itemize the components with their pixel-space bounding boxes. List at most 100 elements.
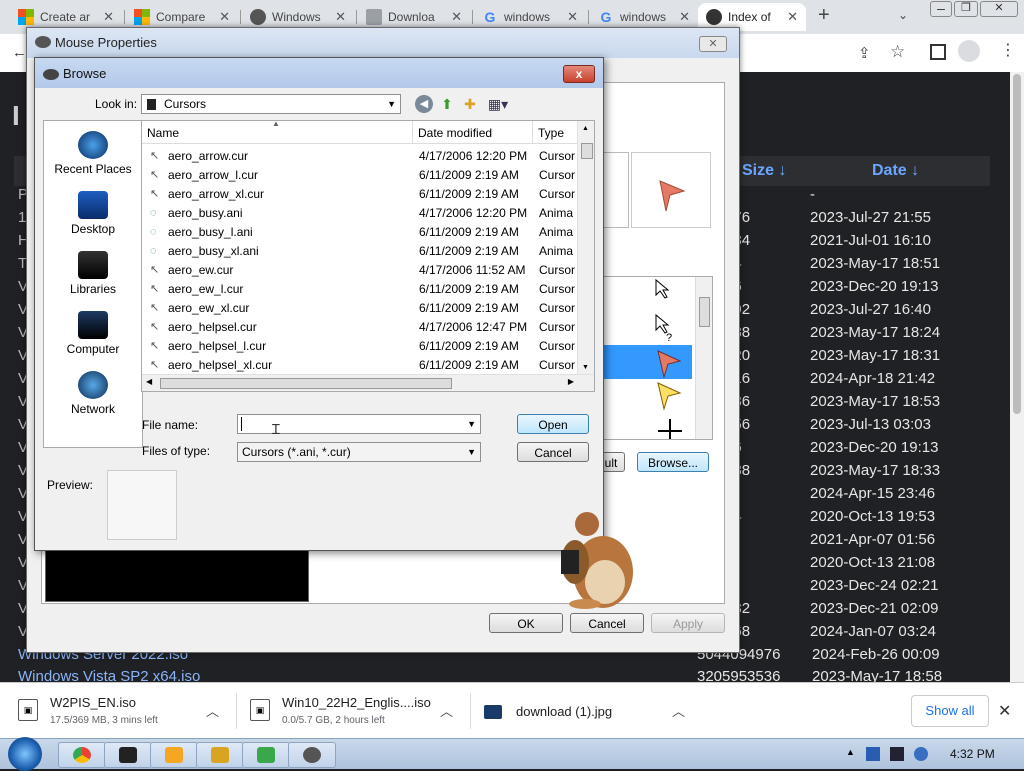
- size-column-header[interactable]: Size ↓: [742, 162, 786, 180]
- file-type: Cursor: [539, 149, 576, 163]
- volume-icon[interactable]: [914, 747, 928, 761]
- tab-title: Create ar: [40, 10, 91, 24]
- close-icon[interactable]: ✕: [451, 9, 462, 25]
- cursor-file-icon: ↖: [150, 188, 160, 200]
- close-icon[interactable]: ✕: [219, 9, 230, 25]
- place-recent[interactable]: Recent Places: [44, 131, 142, 176]
- page-scrollbar[interactable]: [1010, 72, 1024, 682]
- tray-expand-icon[interactable]: ▲: [846, 747, 855, 757]
- place-desktop[interactable]: Desktop: [44, 191, 142, 236]
- close-button[interactable]: ✕: [699, 36, 727, 52]
- place-libraries[interactable]: Libraries: [44, 251, 142, 296]
- file-date: 6/11/2009 2:19 AM: [419, 225, 519, 239]
- start-button[interactable]: [8, 737, 42, 771]
- close-icon[interactable]: ✕: [679, 9, 690, 25]
- file-row[interactable]: ◌ aero_busy_l.ani 6/11/2009 2:19 AM Anima: [142, 223, 578, 242]
- taskbar-media[interactable]: [150, 742, 198, 768]
- place-network[interactable]: Network: [44, 371, 142, 416]
- file-row[interactable]: ↖ aero_helpsel_xl.cur 6/11/2009 2:19 AM Cur…: [142, 356, 578, 375]
- download-name: Win10_22H2_Englis....iso: [282, 695, 431, 710]
- chevron-down-icon[interactable]: ▼: [467, 415, 476, 433]
- chevron-up-icon[interactable]: ︿: [672, 701, 685, 720]
- iso-file-icon: ▣: [18, 699, 38, 721]
- date-column-header[interactable]: Date ↓: [872, 162, 919, 180]
- file-name-label: File name:: [142, 418, 199, 432]
- cancel-button[interactable]: Cancel: [570, 613, 644, 633]
- file-row[interactable]: ↖ aero_arrow.cur 4/17/2006 12:20 PM Cursor: [142, 147, 578, 166]
- file-row[interactable]: ↖ aero_helpsel_l.cur 6/11/2009 2:19 AM Curs…: [142, 337, 578, 356]
- date-column-header[interactable]: Date modified: [418, 126, 492, 140]
- app-icon: [119, 747, 137, 763]
- apply-button[interactable]: Apply: [651, 613, 725, 633]
- file-row[interactable]: ↖ aero_arrow_l.cur 6/11/2009 2:19 AM Cursor: [142, 166, 578, 185]
- vertical-scrollbar[interactable]: ▲ ▼: [577, 121, 594, 375]
- look-in-combo[interactable]: Cursors ▼: [141, 94, 401, 114]
- menu-icon[interactable]: ⋮: [1000, 40, 1016, 60]
- type-column-header[interactable]: Type: [538, 126, 564, 140]
- close-window-button[interactable]: ✕: [980, 1, 1018, 17]
- cursor-file-icon: ↖: [150, 340, 160, 352]
- close-icon[interactable]: ✕: [335, 9, 346, 25]
- new-folder-icon[interactable]: ✚: [461, 95, 479, 113]
- cancel-button[interactable]: Cancel: [517, 442, 589, 462]
- taskbar-explorer[interactable]: [196, 742, 244, 768]
- horizontal-scrollbar[interactable]: ◀ ▶: [142, 374, 594, 391]
- file-row[interactable]: ↖ aero_ew.cur 4/17/2006 11:52 AM Cursor: [142, 261, 578, 280]
- taskbar-mouse-properties[interactable]: [288, 742, 336, 768]
- close-shelf-button[interactable]: ✕: [998, 701, 1011, 721]
- tray-icon[interactable]: [866, 747, 880, 761]
- open-button[interactable]: Open: [517, 414, 589, 434]
- download-item[interactable]: download (1).jpg ︿: [484, 691, 704, 731]
- display-icon[interactable]: [890, 747, 904, 761]
- close-button[interactable]: x: [563, 65, 595, 83]
- file-date: -: [810, 186, 815, 203]
- file-row[interactable]: ↖ aero_ew_xl.cur 6/11/2009 2:19 AM Cursor: [142, 299, 578, 318]
- file-date: 2024-Feb-26 00:09: [812, 646, 940, 663]
- taskbar-chrome[interactable]: [58, 742, 106, 768]
- file-row[interactable]: ↖ aero_ew_l.cur 6/11/2009 2:19 AM Cursor: [142, 280, 578, 299]
- file-date: 6/11/2009 2:19 AM: [419, 187, 519, 201]
- tab-search-icon[interactable]: ⌄: [898, 8, 908, 22]
- taskbar-app[interactable]: [104, 742, 152, 768]
- download-item[interactable]: ▣ W2PIS_EN.iso 17.5/369 MB, 3 mins left …: [18, 691, 228, 731]
- chevron-up-icon[interactable]: ︿: [206, 701, 219, 720]
- bookmark-star-icon[interactable]: ☆: [890, 42, 905, 62]
- file-row[interactable]: ↖ aero_helpsel.cur 4/17/2006 12:47 PM Curso…: [142, 318, 578, 337]
- file-date: 2024-Jan-07 03:24: [810, 623, 936, 640]
- app-icon: [257, 747, 275, 763]
- taskbar-app[interactable]: [242, 742, 290, 768]
- file-list[interactable]: Name ▲ Date modified Type ↖ aero_arrow.cu…: [141, 120, 595, 392]
- name-column-header[interactable]: Name: [147, 126, 179, 140]
- place-computer[interactable]: Computer: [44, 311, 142, 356]
- profile-avatar-icon[interactable]: [958, 40, 980, 62]
- file-row[interactable]: ◌ aero_busy_xl.ani 6/11/2009 2:19 AM Anima: [142, 242, 578, 261]
- close-icon[interactable]: ✕: [103, 9, 114, 25]
- cursor-file-icon: ↖: [150, 283, 160, 295]
- chevron-up-icon[interactable]: ︿: [440, 701, 453, 720]
- close-icon[interactable]: ✕: [567, 9, 578, 25]
- cursor-file-icon: ↖: [150, 302, 160, 314]
- file-date: 6/11/2009 2:19 AM: [419, 282, 519, 296]
- share-icon[interactable]: ⇪: [858, 44, 871, 62]
- download-name: download (1).jpg: [516, 704, 613, 719]
- side-panel-icon[interactable]: [930, 44, 946, 60]
- browse-button[interactable]: Browse...: [637, 452, 709, 472]
- show-all-button[interactable]: Show all: [911, 695, 989, 727]
- back-icon[interactable]: ◀: [415, 95, 433, 113]
- cursor-list[interactable]: ?: [587, 276, 713, 443]
- new-tab-button[interactable]: +: [818, 4, 830, 27]
- scrollbar[interactable]: [695, 277, 712, 439]
- file-row[interactable]: ↖ aero_arrow_xl.cur 6/11/2009 2:19 AM Curso…: [142, 185, 578, 204]
- file-row[interactable]: ◌ aero_busy.ani 4/17/2006 12:20 PM Anima: [142, 204, 578, 223]
- maximize-button[interactable]: ❐: [954, 1, 978, 17]
- minimize-button[interactable]: –: [930, 1, 952, 17]
- taskbar-clock[interactable]: 4:32 PM: [950, 747, 995, 761]
- files-of-type-combo[interactable]: Cursors (*.ani, *.cur) ▼: [237, 442, 481, 462]
- download-item[interactable]: ▣ Win10_22H2_Englis....iso 0.0/5.7 GB, 2…: [250, 691, 460, 731]
- animated-cursor-file-icon: ◌: [150, 226, 157, 238]
- ok-button[interactable]: OK: [489, 613, 563, 633]
- cursor-file-icon: ↖: [150, 169, 160, 181]
- close-icon[interactable]: ✕: [787, 9, 798, 25]
- view-menu-icon[interactable]: ▦▾: [485, 95, 511, 113]
- up-folder-icon[interactable]: ⬆: [438, 95, 456, 113]
